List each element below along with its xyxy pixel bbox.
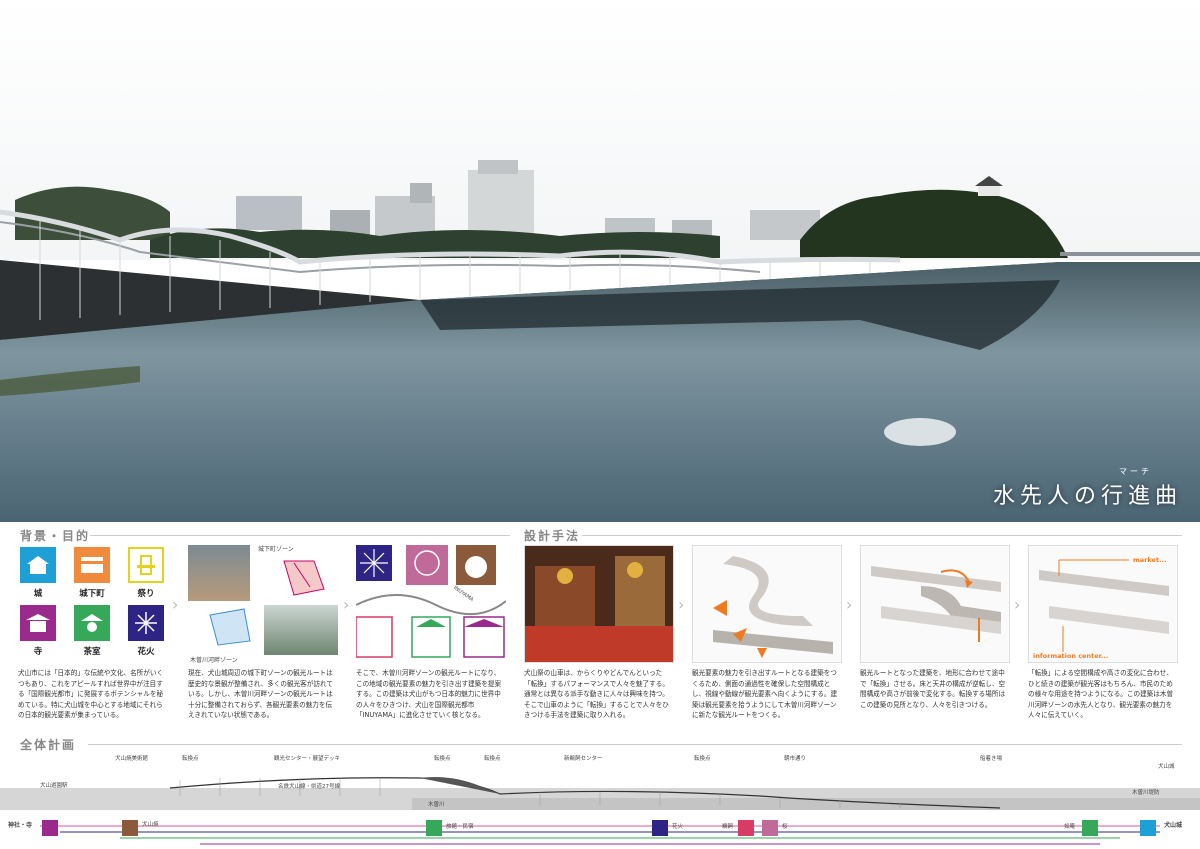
info-center-label: information center... <box>1033 652 1109 660</box>
icon-label: 茶室 <box>83 647 101 657</box>
river-label: 木曽川 <box>428 802 445 808</box>
route-concept-diagram <box>692 545 842 663</box>
plan-label: 船着き場 <box>980 756 1003 762</box>
divider <box>88 744 1182 745</box>
route-label: 如庵 <box>1064 824 1076 830</box>
hero-photo: マーチ 水先人の行進曲 <box>0 0 1200 522</box>
text-proposal: そこで、木曽川河畔ゾーンの観光ルートになり、この地域の観光要素の魅力を引き出す建… <box>356 669 502 720</box>
icon-label: 祭り <box>137 589 155 599</box>
route-label: 花火 <box>672 824 684 830</box>
route-label: 犬山焼 <box>142 822 159 828</box>
text-program: 「転換」による空間構成や高さの変化に合わせ、ひと続きの建築が観光客はもちろん、市… <box>1028 669 1174 720</box>
divider <box>582 535 1182 536</box>
text-festival: 犬山祭の山車は、からくりやどんでんといった「転換」するパフォーマンスで人々を魅了… <box>524 669 669 720</box>
section-design-heading: 設計手法 <box>524 529 581 543</box>
castle-label: 犬山城 <box>1158 764 1175 770</box>
old-town-photo <box>188 545 250 601</box>
text-route: 観光要素の魅力を引き出すルートとなる建築をつくるため、側面の通過性を確保した空間… <box>692 669 838 720</box>
station-label: 犬山遊園駅 <box>40 783 68 789</box>
festival-float-photo <box>524 545 674 663</box>
icon-label: 花火 <box>137 647 155 657</box>
chevron-right-icon: › <box>678 595 685 614</box>
map-diagram <box>204 605 260 651</box>
map-diagram <box>254 549 338 599</box>
road-label: 名鉄犬山線・県道27号線 <box>278 784 340 790</box>
chevron-right-icon: › <box>172 595 179 614</box>
plan-label: 朝市通り <box>784 756 807 762</box>
zone-b-label: 木曽川河畔ゾーン <box>190 657 238 663</box>
castle-route-label: 犬山城 <box>1164 822 1183 829</box>
text-conversion: 観光ルートとなった建築を、地形に合わせて途中で「転換」させる。床と天井の構成が逆… <box>860 669 1006 709</box>
zone-photos: 城下町ゾーン 木曽川河畔ゾーン <box>188 545 338 663</box>
overall-section-drawing: 犬山焼美術館 転換点 観光センター・展望デッキ 転換点 転換点 新鵜飼センター … <box>0 748 1200 849</box>
conversion-diagram <box>860 545 1010 663</box>
chevron-right-icon: › <box>1014 595 1021 614</box>
text-background: 犬山市には「日本的」な伝統や文化、名所がいくつもあり、これをアピールすれば世界中… <box>18 669 164 720</box>
plan-label: 転換点 <box>434 756 451 762</box>
temple-icon <box>20 605 56 641</box>
chevron-right-icon: › <box>343 595 350 614</box>
icon-label: 城下町 <box>79 589 105 599</box>
tourism-icons: 城 城下町 祭り 寺 茶室 花火 <box>18 545 168 663</box>
route-label: 旅館・民宿 <box>446 824 474 830</box>
plan-label: 新鵜飼センター <box>564 756 603 762</box>
icon-label: 城 <box>33 589 43 599</box>
plan-label: 転換点 <box>182 756 199 762</box>
plan-label: 犬山焼美術館 <box>115 756 149 762</box>
zone-a-label: 城下町ゾーン <box>258 546 294 553</box>
program-diagram: market... information center... <box>1028 545 1178 663</box>
castle-icon <box>20 547 56 583</box>
plan-label: 転換点 <box>694 756 711 762</box>
inuyama-icon-cluster: INUYAMA <box>356 545 506 663</box>
townhouse-icon <box>74 547 110 583</box>
riverside-photo <box>264 605 338 655</box>
project-title: 水先人の行進曲 <box>992 484 1182 509</box>
section-background-heading: 背景・目的 <box>20 529 91 543</box>
market-label: market... <box>1133 556 1167 564</box>
chevron-right-icon: › <box>846 595 853 614</box>
river-scene <box>0 0 1200 522</box>
text-current: 現在、犬山城周辺の城下町ゾーンの観光ルートは歴史的な景観が整備され、多くの観光客… <box>188 669 333 720</box>
route-label: 桜 <box>782 824 788 830</box>
title-ruby: マーチ <box>1119 467 1152 476</box>
plan-label: 転換点 <box>484 756 501 762</box>
shrine-label: 神社・寺 <box>8 822 33 829</box>
route-label: 鵜飼 <box>722 824 734 830</box>
fireworks-icon <box>128 605 164 641</box>
levee-label: 木曽川堤防 <box>1132 790 1160 796</box>
divider <box>90 535 510 536</box>
teahouse-icon <box>74 605 110 641</box>
icon-label: 寺 <box>33 647 43 657</box>
plan-label: 観光センター・展望デッキ <box>274 756 341 762</box>
festival-float-icon <box>128 547 164 583</box>
